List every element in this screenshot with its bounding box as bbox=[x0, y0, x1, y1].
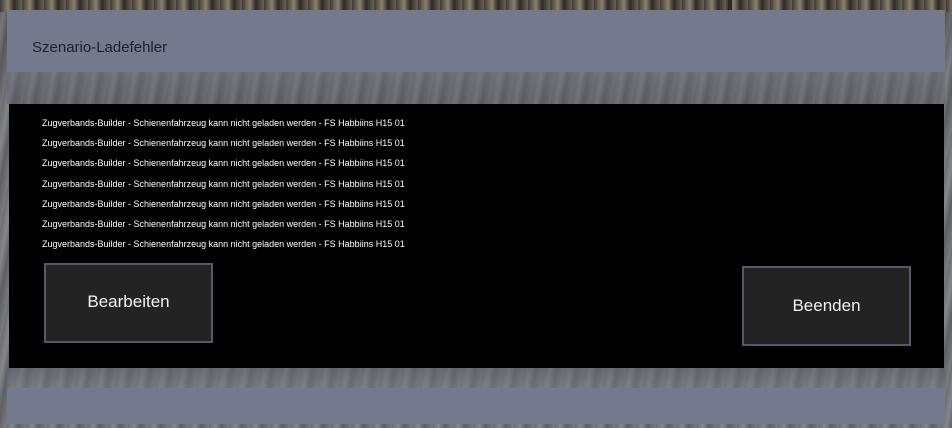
error-line: Zugverbands-Builder - Schienenfahrzeug k… bbox=[42, 138, 405, 149]
scene-gap-bottom bbox=[7, 368, 945, 388]
error-line: Zugverbands-Builder - Schienenfahrzeug k… bbox=[42, 158, 405, 169]
scene-gap bbox=[7, 72, 945, 104]
error-log-panel: Zugverbands-Builder - Schienenfahrzeug k… bbox=[9, 104, 944, 368]
edit-button[interactable]: Bearbeiten bbox=[44, 263, 213, 343]
dialog-title: Szenario-Ladefehler bbox=[32, 39, 168, 56]
error-line: Zugverbands-Builder - Schienenfahrzeug k… bbox=[42, 178, 405, 189]
error-line: Zugverbands-Builder - Schienenfahrzeug k… bbox=[42, 198, 405, 209]
error-line: Zugverbands-Builder - Schienenfahrzeug k… bbox=[42, 218, 405, 229]
error-line: Zugverbands-Builder - Schienenfahrzeug k… bbox=[42, 239, 405, 250]
dialog-header: Szenario-Ladefehler bbox=[7, 10, 945, 72]
quit-button[interactable]: Beenden bbox=[742, 266, 911, 346]
error-list: Zugverbands-Builder - Schienenfahrzeug k… bbox=[42, 117, 405, 258]
error-line: Zugverbands-Builder - Schienenfahrzeug k… bbox=[42, 118, 405, 128]
dialog-footer bbox=[7, 388, 945, 424]
